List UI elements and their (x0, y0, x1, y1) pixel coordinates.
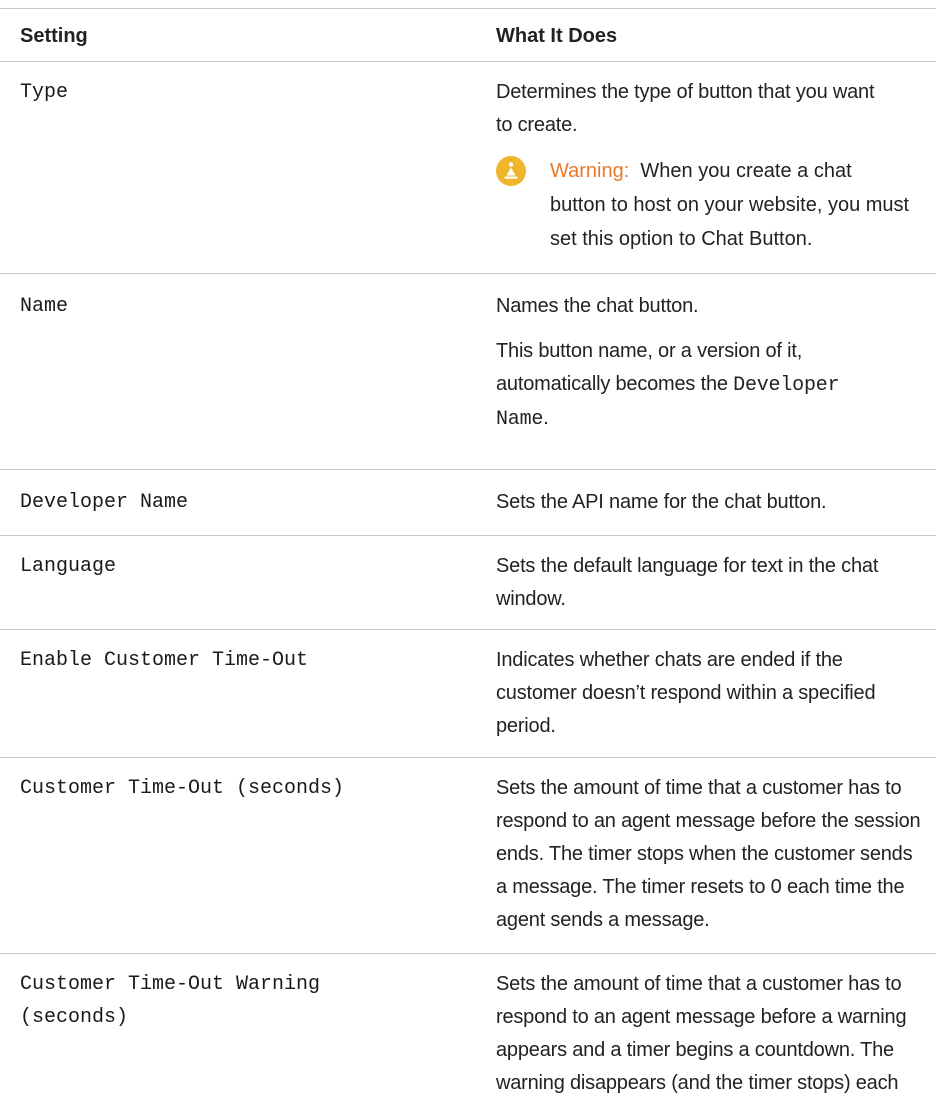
desc-line: a message. The timer resets to 0 each ti… (496, 876, 905, 898)
desc-type: Determines the type of button that you w… (496, 62, 936, 273)
table-row-language: Language Sets the default language for t… (0, 536, 936, 630)
desc-language: Sets the default language for text in th… (496, 536, 936, 629)
desc-customer-timeout-seconds: Sets the amount of time that a customer … (496, 758, 936, 953)
desc-line: period. (496, 715, 556, 737)
setting-enable-customer-timeout: Enable Customer Time-Out (20, 649, 309, 672)
table-row-type: Type Determines the type of button that … (0, 62, 936, 274)
setting-name: Name (20, 295, 69, 318)
desc-line: Sets the default language for text in th… (496, 555, 879, 577)
desc-line: . (543, 407, 549, 429)
warning-line: When you create a chat (640, 160, 852, 182)
header-what-it-does: What It Does (496, 25, 618, 47)
desc-line: ends. The timer stops when the customer … (496, 843, 913, 865)
inline-code: Developer (733, 374, 840, 397)
desc-line: Determines the type of button that you w… (496, 81, 875, 103)
desc-line: respond to an agent message before the s… (496, 810, 921, 832)
table-row-enable-customer-timeout: Enable Customer Time-Out Indicates wheth… (0, 630, 936, 758)
setting-type: Type (20, 81, 69, 104)
desc-line: automatically becomes the (496, 373, 728, 395)
table-row-customer-timeout-seconds: Customer Time-Out (seconds) Sets the amo… (0, 758, 936, 954)
desc-line: window. (496, 588, 566, 610)
desc-line: customer doesn’t respond within a specif… (496, 682, 876, 704)
setting-line: (seconds) (20, 1006, 129, 1029)
desc-enable-customer-timeout: Indicates whether chats are ended if the… (496, 630, 936, 757)
setting-developer-name: Developer Name (20, 491, 189, 514)
desc-line: Indicates whether chats are ended if the (496, 649, 843, 671)
warning-icon (496, 156, 526, 186)
setting-customer-timeout-seconds: Customer Time-Out (seconds) (20, 777, 345, 800)
table-row-name: Name Names the chat button. This button … (0, 274, 936, 470)
desc-line: Sets the amount of time that a customer … (496, 777, 902, 799)
table-row-developer-name: Developer Name Sets the API name for the… (0, 470, 936, 536)
desc-customer-timeout-warning: Sets the amount of time that a customer … (496, 954, 936, 1114)
desc-line: agent sends a message. (496, 909, 710, 931)
warning-line: set this option to Chat Button. (550, 228, 813, 250)
desc-line: Names the chat button. (496, 295, 699, 317)
setting-customer-timeout-warning: Customer Time-Out Warning (seconds) (0, 954, 496, 1114)
desc-line: This button name, or a version of it, (496, 340, 803, 362)
table-row-customer-timeout-warning: Customer Time-Out Warning (seconds) Sets… (0, 954, 936, 1114)
warning-line: button to host on your website, you must (550, 194, 910, 216)
desc-line: appears and a timer begins a countdown. … (496, 1039, 894, 1061)
setting-language: Language (20, 555, 117, 578)
inline-code: Name (496, 408, 544, 431)
setting-line: Customer Time-Out Warning (20, 973, 321, 996)
table-header-row: Setting What It Does (0, 8, 936, 62)
desc-line: Sets the API name for the chat button. (496, 491, 827, 513)
desc-line: to create. (496, 114, 578, 136)
desc-developer-name: Sets the API name for the chat button. (496, 470, 936, 535)
warning-callout: Warning: When you create a chat button t… (496, 154, 936, 256)
desc-name: Names the chat button. This button name,… (496, 274, 936, 469)
warning-label: Warning: (550, 160, 630, 182)
desc-line: Sets the amount of time that a customer … (496, 973, 902, 995)
header-setting: Setting (20, 25, 88, 47)
desc-line: warning disappears (and the timer stops)… (496, 1072, 899, 1094)
settings-table: Setting What It Does Type Determines the… (0, 8, 936, 1114)
desc-line: respond to an agent message before a war… (496, 1006, 907, 1028)
